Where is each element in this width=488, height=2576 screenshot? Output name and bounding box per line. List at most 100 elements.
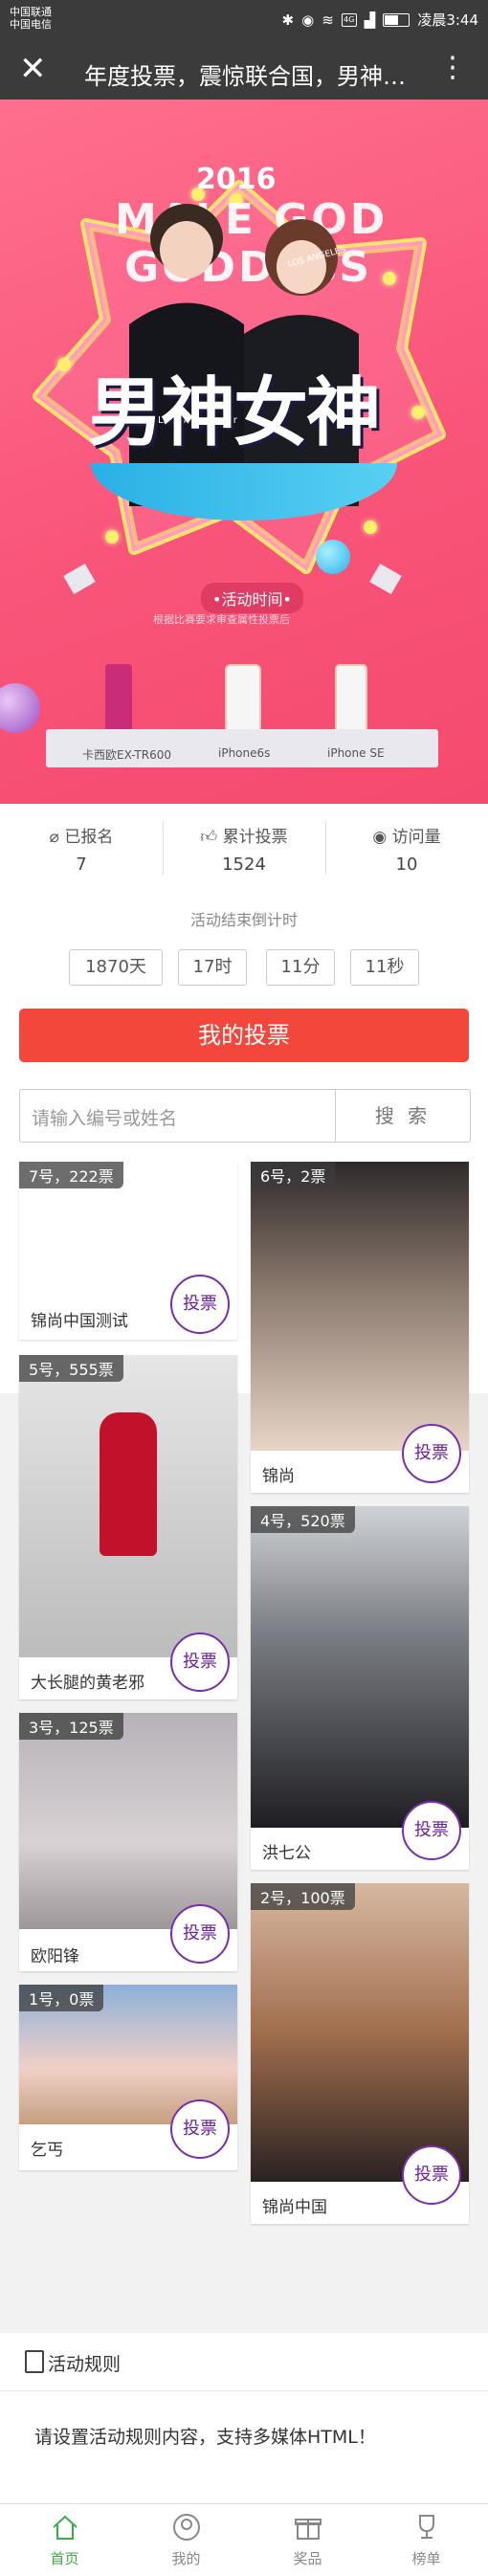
stats-bar: ⌀ 已报名 7 👍︎ 累计投票 1524 ◉ 访问量 10 [0, 804, 488, 896]
promo-banner: 2016 MALE GOD GODDESS Life is the flower… [0, 100, 488, 804]
contestant-name: 乞丐 [31, 2141, 63, 2160]
paperclip-icon: ⌀ [49, 828, 59, 847]
carrier-2: 中国电信 [10, 18, 52, 31]
stat-label: 已报名 [64, 828, 114, 847]
prize-label: 卡西欧EX-TR600 [82, 748, 172, 762]
contestant-tag: 5号，555票 [19, 1355, 123, 1382]
status-bar: 中国联通 中国电信 ✱ ◉ ≋ 4G ▟ 凌晨3:44 [0, 0, 488, 38]
countdown-title: 活动结束倒计时 [189, 911, 298, 929]
contestant-name: 洪七公 [262, 1844, 311, 1863]
ball-decoration [316, 540, 350, 574]
contestant-tag: 6号，2票 [251, 1162, 336, 1188]
contestant-card[interactable]: 5号，555票 大长腿的黄老邪 投票 [19, 1355, 237, 1699]
trophy-icon [418, 2515, 434, 2539]
nav-bar: ✕ 年度投票，震惊联合国，男神女神 ⋮ [0, 38, 488, 100]
more-vertical-icon[interactable]: ⋮ [438, 52, 467, 84]
eye-icon: ◉ [301, 11, 315, 29]
close-icon[interactable]: ✕ [19, 50, 47, 88]
contestant-name: 欧阳锋 [31, 1947, 79, 1966]
stat-value: 10 [395, 855, 418, 875]
countdown-minutes: 11分 [266, 949, 335, 986]
contestant-card[interactable]: 2号，100票 锦尚中国 投票 [251, 1883, 469, 2224]
contestant-card[interactable]: 1号，0票 乞丐 投票 [19, 1985, 237, 2170]
vote-button[interactable]: 投票 [170, 2099, 230, 2159]
tab-ranking[interactable]: 榜单 [366, 2512, 487, 2568]
stat-votes: 👍︎ 累计投票 1524 [163, 823, 325, 875]
4g-icon: 4G [341, 12, 357, 27]
prize-label: iPhone SE [327, 746, 385, 760]
search-input[interactable]: 请输入编号或姓名 [32, 1104, 177, 1130]
prize-camera [105, 664, 132, 731]
stat-value: 1524 [222, 855, 266, 875]
tab-mine[interactable]: 我的 [125, 2512, 247, 2568]
document-icon [25, 2350, 44, 2373]
activity-time-pill: •活动时间• [201, 583, 303, 613]
rules-section: 活动规则 请设置活动规则内容，支持多媒体HTML！ [0, 2333, 488, 2505]
vote-button[interactable]: 投票 [402, 2145, 461, 2205]
eye-icon: ◉ [372, 828, 388, 847]
stat-registered: ⌀ 已报名 7 [0, 823, 163, 875]
contestant-photo [251, 1883, 469, 2182]
countdown-days: 1870天 [69, 949, 163, 986]
search-button[interactable]: 搜 索 [335, 1090, 470, 1142]
tab-label: 奖品 [293, 2550, 322, 2567]
vote-button[interactable]: 投票 [402, 1801, 461, 1860]
contestant-card[interactable]: 4号，520票 洪七公 投票 [251, 1506, 469, 1870]
bulb-light [105, 530, 119, 544]
stat-label: 累计投票 [222, 828, 288, 847]
vote-button[interactable]: 投票 [170, 1632, 230, 1692]
my-vote-button[interactable]: 我的投票 [19, 1009, 469, 1062]
contestant-tag: 3号，125票 [19, 1713, 123, 1740]
signal-icon: ▟ [364, 11, 376, 29]
tab-label: 首页 [50, 2550, 79, 2567]
search-bar: 请输入编号或姓名 搜 索 [19, 1089, 471, 1143]
gift-icon [294, 2519, 322, 2540]
contestant-tag: 7号，222票 [19, 1162, 123, 1188]
wifi-icon: ≋ [322, 11, 334, 29]
bulb-light [411, 406, 425, 419]
contestant-card[interactable]: 7号，222票 锦尚中国测试 投票 [19, 1162, 237, 1340]
countdown-seconds: 11秒 [350, 949, 419, 986]
clock: 凌晨3:44 [417, 11, 478, 29]
battery-icon [383, 12, 410, 27]
home-icon [52, 2515, 78, 2540]
spotlight-right [369, 563, 402, 595]
contestant-name: 锦尚中国 [262, 2198, 327, 2217]
contestant-tag: 1号，0票 [19, 1985, 104, 2011]
stat-label: 访问量 [391, 828, 441, 847]
banner-headline: 男神女神 [88, 370, 381, 456]
contestant-tag: 4号，520票 [251, 1506, 355, 1533]
contestant-photo [251, 1506, 469, 1828]
bluetooth-icon: ✱ [281, 11, 295, 29]
activity-time-sub: 根据比赛要求审查属性投票后 [153, 613, 290, 626]
contestant-name: 大长腿的黄老邪 [31, 1674, 144, 1693]
countdown-hours: 17时 [178, 949, 247, 986]
vote-button[interactable]: 投票 [170, 1904, 230, 1964]
tab-label: 榜单 [411, 2550, 441, 2567]
bulb-light [383, 272, 396, 285]
contestant-card[interactable]: 6号，2票 锦尚 投票 [251, 1162, 469, 1493]
tab-home[interactable]: 首页 [4, 2512, 125, 2568]
contestant-card[interactable]: 3号，125票 欧阳锋 投票 [19, 1713, 237, 1971]
thumbs-up-icon: 👍︎ [200, 828, 218, 847]
contestant-photo [19, 1355, 237, 1657]
rules-title: 活动规则 [48, 2354, 122, 2375]
bulb-light [364, 521, 377, 534]
page-title: 年度投票，震惊联合国，男神女神 [84, 63, 410, 90]
contestant-name: 锦尚中国测试 [31, 1312, 128, 1331]
prize-iphonese [335, 664, 367, 733]
vote-button[interactable]: 投票 [170, 1275, 230, 1334]
contestant-tag: 2号，100票 [251, 1883, 355, 1910]
carrier-1: 中国联通 [10, 6, 52, 18]
red-dress [100, 1412, 157, 1556]
contestant-photo [251, 1162, 469, 1451]
spotlight-left [63, 563, 96, 595]
bulb-light [57, 358, 71, 371]
tab-prizes[interactable]: 奖品 [247, 2512, 368, 2568]
tab-bar: 首页 我的 奖品 榜单 [0, 2503, 488, 2576]
contestant-photo [19, 1713, 237, 1929]
vote-button[interactable]: 投票 [402, 1424, 461, 1483]
user-icon [172, 2514, 200, 2541]
ball-decoration [0, 683, 40, 733]
rules-header: 活动规则 [0, 2333, 488, 2391]
